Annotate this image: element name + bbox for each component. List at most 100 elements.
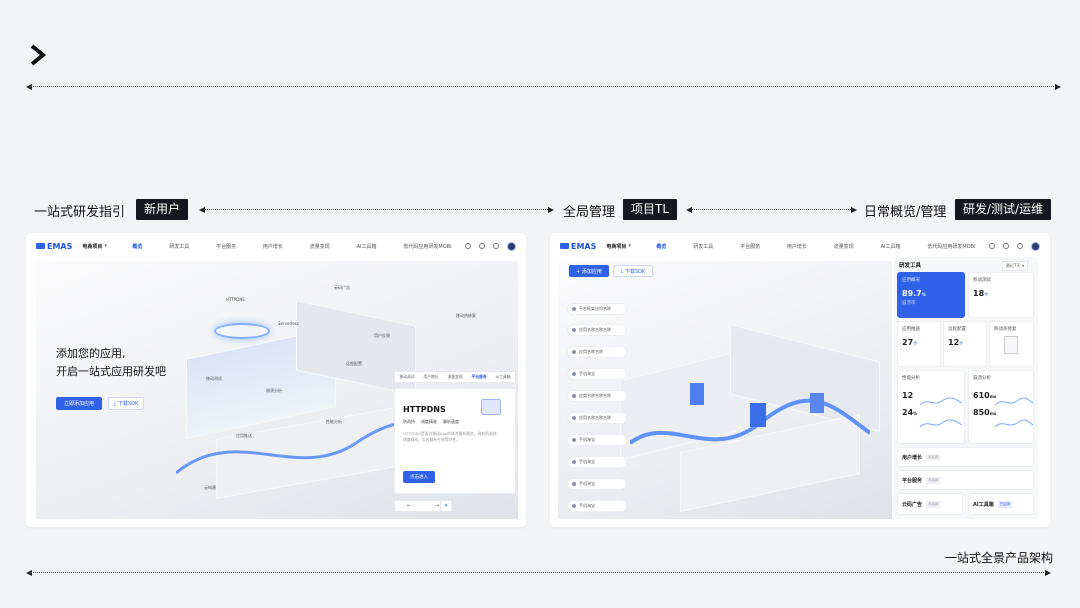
top-nav: EMAS 电商项目 ▾ 概览 研发工具 平台服务 用户增长 流量变现 AI工具箱… [550, 233, 1050, 259]
avatar[interactable] [507, 241, 516, 251]
headline-line1: 添加您的应用, [56, 347, 126, 360]
nav-tools [989, 241, 1040, 251]
tag-new-user: 新用户 [136, 199, 189, 220]
chevron-down-icon[interactable]: ▾ [104, 243, 107, 249]
panel-title: 研发工具 [899, 263, 922, 269]
status-badge: 未启用 [926, 500, 941, 508]
metric-value: 18个 [973, 289, 989, 298]
download-sdk-button[interactable]: ⤓ 下载SDK [613, 265, 653, 277]
metric-title: 移动测试 [973, 278, 991, 283]
app-list-item[interactable]: 手机淘宝 [567, 368, 627, 380]
bell-icon[interactable] [493, 243, 499, 249]
label-tablet: 云构建 [204, 485, 216, 490]
row-ai[interactable]: AI工具箱 已启用 [968, 493, 1034, 515]
product-title: HTTPDNS [403, 405, 446, 414]
metric-title: 应用推送 [902, 327, 920, 332]
product-tab[interactable]: 平台服务 [471, 374, 486, 380]
nav-tab-ai[interactable]: AI工具箱 [357, 243, 377, 250]
nav-items: 概览 研发工具 平台服务 用户增长 流量变现 AI工具箱 低代码应用研发MOBI [643, 243, 989, 250]
chart-icon[interactable] [465, 243, 471, 249]
bell-icon[interactable] [1017, 243, 1023, 249]
prev-icon[interactable]: ← [407, 503, 411, 509]
product-tabs: 移动测试 用户增长 流量变现 平台服务 AI工具箱 [394, 371, 516, 383]
arrow-left-icon [26, 84, 32, 90]
metric-value: 89.7% [902, 289, 926, 298]
metric-title: 性能分析 [902, 376, 920, 381]
download-sdk-button[interactable]: ⤓ 下载SDK [108, 397, 144, 410]
product-tab[interactable]: AI工具箱 [495, 374, 510, 380]
range-select[interactable]: 最近7天 ▾ [1002, 261, 1028, 271]
row-ad[interactable]: 云码广告 未启用 [897, 493, 963, 515]
overview-connector [691, 209, 851, 210]
footer-caption: 一站式全景产品架构 [945, 551, 1054, 565]
label-serverless: Serverless [278, 321, 299, 326]
app-list-item[interactable]: 应用名称名称名称 [567, 412, 627, 424]
product-tab[interactable]: 移动测试 [399, 374, 414, 380]
add-app-button[interactable]: 立即添加应用 [56, 397, 102, 410]
nav-tab-growth[interactable]: 用户增长 [787, 243, 807, 250]
metric-title: 远程配置 [948, 327, 966, 332]
product-tab[interactable]: 用户增长 [423, 374, 438, 380]
next-icon[interactable]: → [435, 503, 439, 509]
metric-title: 移动热修复 [994, 327, 1017, 332]
nav-tools [465, 241, 516, 251]
nav-tab-platform[interactable]: 平台服务 [216, 243, 236, 250]
app-list-item[interactable]: 手机淘宝 [567, 478, 627, 490]
arrow-left-icon [686, 207, 692, 213]
nav-tab-platform[interactable]: 平台服务 [740, 243, 760, 250]
enter-button[interactable]: 点击进入 [403, 471, 435, 483]
app-list-item[interactable]: 平台框架应用名称 [567, 303, 627, 315]
avatar[interactable] [1031, 241, 1040, 251]
help-icon[interactable] [1003, 243, 1009, 249]
app-list-item[interactable]: 手机淘宝 [567, 434, 627, 446]
product-detail-card: HTTPDNS 防劫持 调度精准 解析速度 HTTPDNS是面向移动App的域名… [394, 388, 516, 494]
nav-tab-mobi[interactable]: 低代码应用研发MOBI [927, 243, 975, 250]
app-list-item[interactable]: 应用名称名称 [567, 346, 627, 358]
nav-tab-monetize[interactable]: 流量变现 [834, 243, 854, 250]
emas-logo: EMAS [36, 242, 72, 251]
project-selector[interactable]: 电商项目 [82, 243, 102, 250]
metric-card-hotfix[interactable]: 移动热修复 [989, 321, 1034, 367]
data-flow-line [630, 383, 870, 445]
metric-note: 崩溃率 [902, 301, 916, 306]
app-list-item[interactable]: 手机淘宝 [567, 500, 627, 512]
chart-icon[interactable] [989, 243, 995, 249]
metric-card-perf[interactable]: 性能分析 12 24% [897, 370, 965, 444]
status-badge: 已启用 [997, 500, 1013, 508]
add-app-button[interactable]: + 添加应用 [569, 265, 609, 277]
nav-tab-ai[interactable]: AI工具箱 [881, 243, 901, 250]
nav-tab-growth[interactable]: 用户增长 [263, 243, 283, 250]
app-list-item[interactable]: 手机淘宝 [567, 456, 627, 468]
bottom-divider [30, 572, 1046, 573]
emas-logo: EMAS [560, 242, 596, 251]
project-selector[interactable]: 电商项目 [606, 243, 626, 250]
nav-tab-overview[interactable]: 概览 [656, 243, 666, 250]
app-list-item[interactable]: 应用名称名称名称 [567, 324, 627, 336]
label-crash: 崩溃分析 [266, 388, 282, 393]
row-platform[interactable]: 平台服务 未启用 [897, 470, 1034, 490]
metric-card-config[interactable]: 远程配置 12个 [943, 321, 987, 367]
close-icon[interactable]: ✕ [440, 500, 452, 512]
metric-card-push[interactable]: 应用推送 27个 [897, 321, 941, 367]
top-nav: EMAS 电商项目 ▾ 概览 研发工具 平台服务 用户增长 流量变现 AI工具箱… [26, 233, 526, 259]
nav-tab-mobi[interactable]: 低代码应用研发MOBI [403, 243, 451, 250]
row-growth[interactable]: 用户增长 未启用 [897, 447, 1034, 467]
arrow-right-icon [548, 207, 554, 213]
arrow-right-icon [851, 207, 857, 213]
nav-tab-monetize[interactable]: 流量变现 [310, 243, 330, 250]
metric-card-overview[interactable]: 应用概况 89.7% 崩溃率 [897, 272, 965, 318]
screen-guide-card: EMAS 电商项目 ▾ 概览 研发工具 平台服务 用户增长 流量变现 AI工具箱… [26, 233, 526, 527]
metric-card-crash[interactable]: 崩溃分析 610ms 850ms [968, 370, 1034, 444]
chevron-right-icon [30, 44, 46, 66]
help-icon[interactable] [479, 243, 485, 249]
nav-tab-devtools[interactable]: 研发工具 [169, 243, 189, 250]
sparkline [920, 397, 962, 428]
label-hotfix: 移动热修复 [456, 313, 476, 318]
metric-card-mobile-test[interactable]: 移动测试 18个 [968, 272, 1034, 318]
nav-tab-overview[interactable]: 概览 [132, 243, 142, 250]
nav-tab-devtools[interactable]: 研发工具 [693, 243, 713, 250]
product-tab[interactable]: 流量变现 [447, 374, 462, 380]
chevron-down-icon[interactable]: ▾ [628, 243, 631, 249]
app-list-item[interactable]: 应用名称名称名称 [567, 390, 627, 402]
arrow-right-icon [1045, 570, 1051, 576]
